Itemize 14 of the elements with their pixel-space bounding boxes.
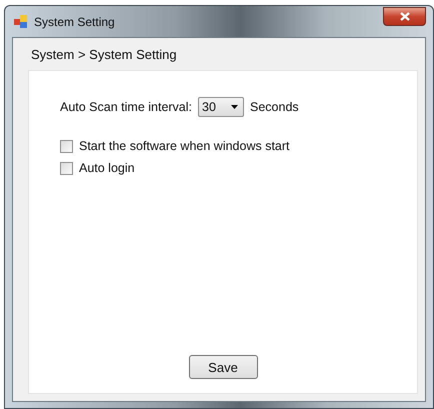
checkbox[interactable] (60, 140, 73, 152)
dropdown-arrow-icon (231, 105, 238, 109)
breadcrumb: System > System Setting (30, 46, 178, 64)
close-icon (400, 12, 410, 21)
checkbox-label: Auto login (79, 161, 135, 175)
interval-label: Auto Scan time interval: (60, 100, 192, 114)
checkbox-label: Start the software when windows start (79, 139, 290, 153)
save-button[interactable]: Save (188, 355, 258, 379)
checkbox[interactable] (60, 162, 73, 174)
app-icon (14, 14, 28, 28)
close-button[interactable] (383, 7, 426, 26)
interval-dropdown[interactable]: 30 (198, 97, 244, 117)
interval-unit: Seconds (250, 100, 299, 114)
window-title: System Setting (34, 14, 115, 28)
